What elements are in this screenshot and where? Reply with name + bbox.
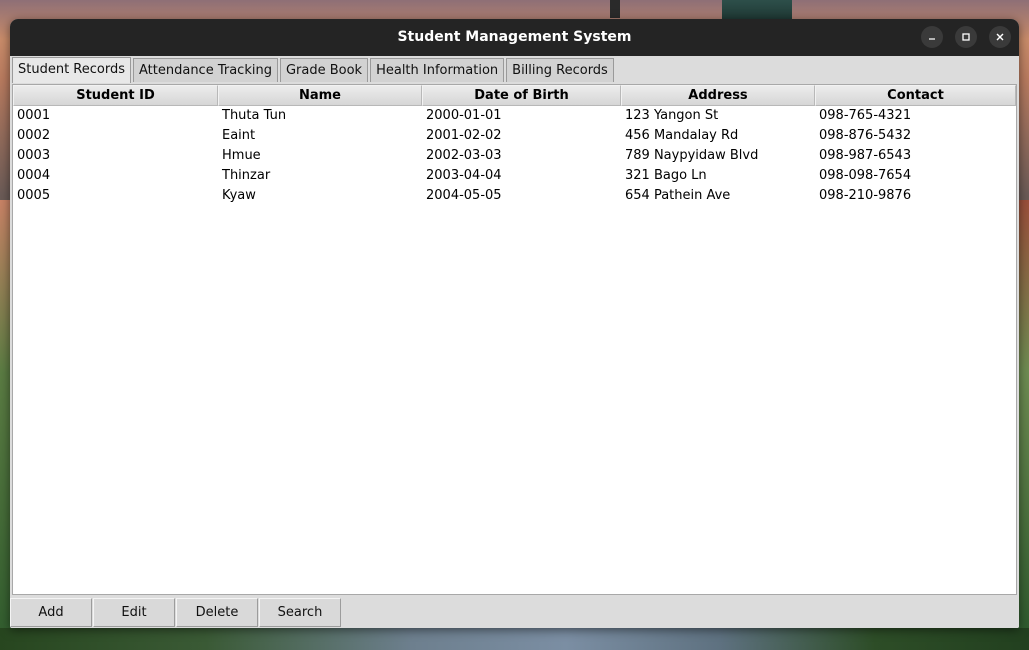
tab-student-records[interactable]: Student Records <box>12 57 131 83</box>
cell-contact: 098-210-9876 <box>819 188 912 203</box>
cell-name: Kyaw <box>222 188 256 203</box>
table-row[interactable]: 0002 Eaint 2001-02-02 456 Mandalay Rd 09… <box>13 126 1016 146</box>
app-window: Student Management System Student Record… <box>10 19 1019 628</box>
tab-billing-records[interactable]: Billing Records <box>506 58 614 82</box>
table-row[interactable]: 0005 Kyaw 2004-05-05 654 Pathein Ave 098… <box>13 186 1016 206</box>
cell-address: 654 Pathein Ave <box>625 188 731 203</box>
cell-contact: 098-098-7654 <box>819 168 912 183</box>
add-button[interactable]: Add <box>10 598 92 627</box>
cell-student-id: 0004 <box>17 168 51 183</box>
column-header-address[interactable]: Address <box>621 85 815 106</box>
table-row[interactable]: 0001 Thuta Tun 2000-01-01 123 Yangon St … <box>13 106 1016 126</box>
cell-address: 321 Bago Ln <box>625 168 707 183</box>
cell-name: Thuta Tun <box>222 108 287 123</box>
background-left <box>0 200 10 630</box>
tab-attendance-tracking[interactable]: Attendance Tracking <box>133 58 278 82</box>
table-row[interactable]: 0003 Hmue 2002-03-03 789 Naypyidaw Blvd … <box>13 146 1016 166</box>
background-bottom <box>0 628 1029 650</box>
cell-date-of-birth: 2002-03-03 <box>426 148 502 163</box>
cell-student-id: 0001 <box>17 108 51 123</box>
background-right <box>1018 200 1029 630</box>
cell-name: Eaint <box>222 128 256 143</box>
window-title: Student Management System <box>397 29 632 45</box>
close-button[interactable] <box>989 26 1011 48</box>
cell-date-of-birth: 2001-02-02 <box>426 128 502 143</box>
cell-date-of-birth: 2004-05-05 <box>426 188 502 203</box>
cell-student-id: 0005 <box>17 188 51 203</box>
cell-student-id: 0003 <box>17 148 51 163</box>
title-bar[interactable]: Student Management System <box>10 19 1019 56</box>
cell-contact: 098-876-5432 <box>819 128 912 143</box>
minimize-button[interactable] <box>921 26 943 48</box>
tab-grade-book[interactable]: Grade Book <box>279 58 369 82</box>
tab-bar: Student Records Attendance Tracking Grad… <box>12 57 616 83</box>
cell-address: 123 Yangon St <box>625 108 719 123</box>
cell-date-of-birth: 2000-01-01 <box>426 108 502 123</box>
edit-button[interactable]: Edit <box>93 598 175 627</box>
cell-contact: 098-987-6543 <box>819 148 912 163</box>
minimize-icon <box>929 38 935 40</box>
cell-student-id: 0002 <box>17 128 51 143</box>
cell-address: 456 Mandalay Rd <box>625 128 739 143</box>
cell-address: 789 Naypyidaw Blvd <box>625 148 759 163</box>
column-header-contact[interactable]: Contact <box>815 85 1016 106</box>
table-header: Student ID Name Date of Birth Address Co… <box>13 85 1016 106</box>
cell-contact: 098-765-4321 <box>819 108 912 123</box>
window-controls <box>921 26 1011 48</box>
cell-date-of-birth: 2003-04-04 <box>426 168 502 183</box>
student-table[interactable]: Student ID Name Date of Birth Address Co… <box>12 84 1017 595</box>
close-icon <box>996 33 1004 41</box>
maximize-icon <box>962 33 970 41</box>
column-header-date-of-birth[interactable]: Date of Birth <box>422 85 621 106</box>
table-row[interactable]: 0004 Thinzar 2003-04-04 321 Bago Ln 098-… <box>13 166 1016 186</box>
column-header-name[interactable]: Name <box>218 85 422 106</box>
cell-name: Hmue <box>222 148 261 163</box>
search-button[interactable]: Search <box>259 598 341 627</box>
action-button-bar: Add Edit Delete Search <box>10 596 1019 628</box>
column-header-student-id[interactable]: Student ID <box>13 85 218 106</box>
tab-health-information[interactable]: Health Information <box>370 58 505 82</box>
cell-name: Thinzar <box>222 168 271 183</box>
delete-button[interactable]: Delete <box>176 598 258 627</box>
maximize-button[interactable] <box>955 26 977 48</box>
background-spire <box>610 0 620 18</box>
